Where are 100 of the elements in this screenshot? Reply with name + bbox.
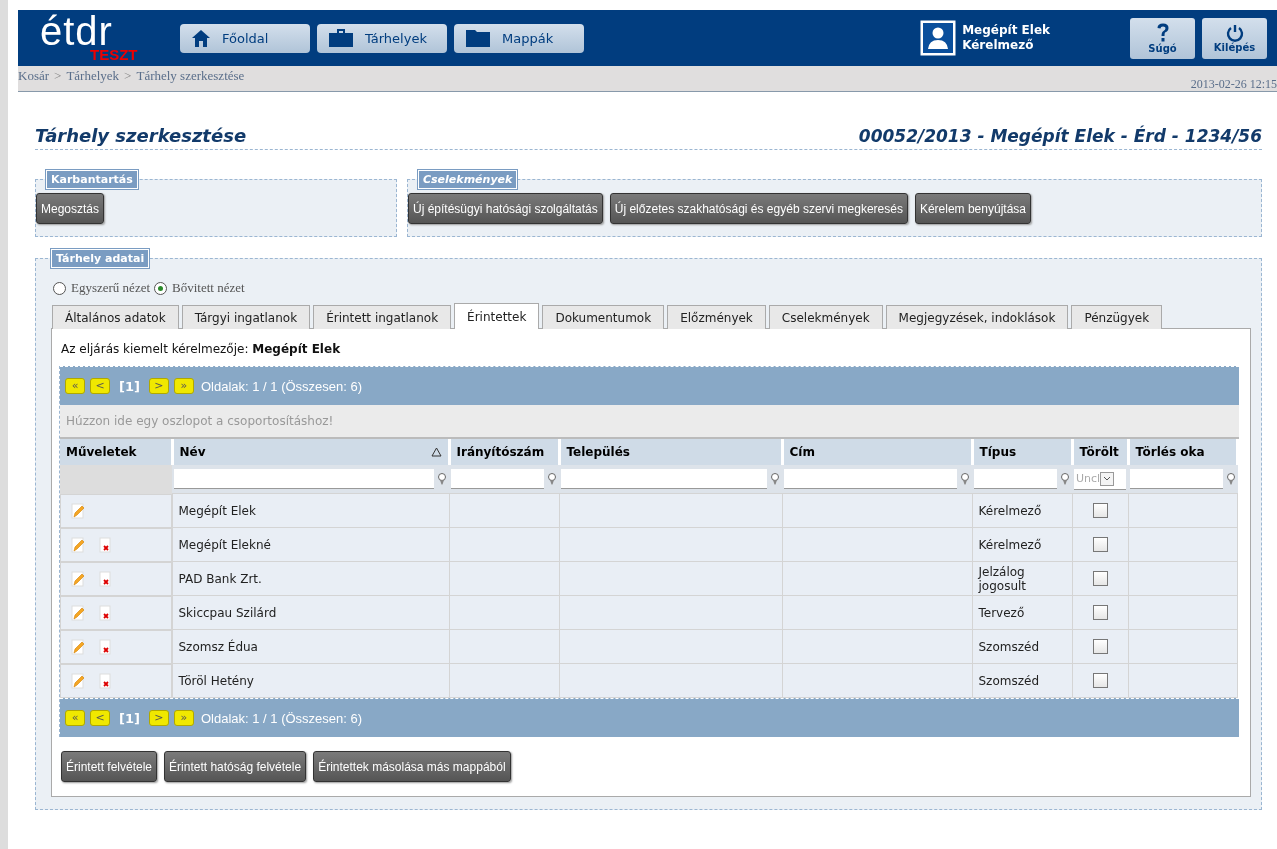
page-info: Oldalak: 1 / 1 (Összesen: 6) xyxy=(200,710,363,726)
prev-page-button[interactable]: < xyxy=(90,710,110,726)
view-option[interactable]: Egyszerű nézet xyxy=(53,280,151,296)
delete-icon[interactable] xyxy=(99,672,111,689)
filter-icon[interactable] xyxy=(437,473,447,485)
home-icon xyxy=(192,29,210,47)
group-hint: Húzzon ide egy oszlopot a csoportosításhoz! xyxy=(66,414,334,428)
filter-field[interactable] xyxy=(974,469,1057,489)
breadcrumb-link[interactable]: Kosár xyxy=(18,68,50,84)
tab[interactable]: Általános adatok xyxy=(52,305,179,329)
table-cell: Kérelmező xyxy=(972,493,1072,528)
checkbox[interactable] xyxy=(1092,673,1108,688)
first-page-button[interactable]: « xyxy=(65,378,85,394)
next-page-button[interactable]: > xyxy=(148,378,169,394)
checkbox[interactable] xyxy=(1092,537,1108,552)
tab[interactable]: Tárgyi ingatlanok xyxy=(181,305,311,329)
column-header[interactable]: Műveletek xyxy=(60,439,172,465)
filter-icon[interactable] xyxy=(770,473,780,485)
edit-icon[interactable] xyxy=(71,570,85,587)
filter-icon[interactable] xyxy=(1225,473,1236,485)
tab[interactable]: Előzmények xyxy=(667,305,766,329)
action-button[interactable]: Új előzetes szakhatósági és egyéb szervi megkeresés xyxy=(609,193,908,224)
column-header[interactable]: Név xyxy=(172,439,449,465)
column-header[interactable]: Törlés oka xyxy=(1128,439,1238,465)
logo[interactable]: étdrTESZT xyxy=(40,10,150,66)
tab[interactable]: Érintettek xyxy=(454,303,540,329)
column-header[interactable]: Törölt xyxy=(1072,439,1128,465)
action-button[interactable]: Érintett felvétele xyxy=(61,751,158,782)
timestamp: 2013-02-26 12:15 xyxy=(1190,76,1277,92)
tab[interactable]: Megjegyzések, indoklások xyxy=(885,305,1069,329)
lead-text: Az eljárás kiemelt kérelmezője: Megépít Elek xyxy=(61,342,342,356)
table-cell: Töröl Hetény xyxy=(172,663,449,698)
next-page-button[interactable]: > xyxy=(148,710,169,726)
table-cell: Szomszéd xyxy=(972,629,1072,664)
last-page-button[interactable]: » xyxy=(173,710,194,726)
checkbox[interactable] xyxy=(1092,503,1108,518)
breadcrumb-link[interactable]: Tárhelyek xyxy=(66,68,120,84)
breadcrumb-separator: > xyxy=(54,68,62,84)
group-legend: Tárhely adatai xyxy=(51,249,150,268)
filter-field[interactable] xyxy=(561,469,767,489)
prev-page-button[interactable]: < xyxy=(90,378,110,394)
logout-button[interactable]: Kilépés xyxy=(1202,17,1267,59)
column-header[interactable]: Cím xyxy=(782,439,972,465)
table-cell: Szomsz Édua xyxy=(172,629,449,664)
edit-icon[interactable] xyxy=(71,502,85,519)
nav-button[interactable]: Mappák xyxy=(454,23,584,53)
delete-icon[interactable] xyxy=(99,536,111,553)
filter-icon[interactable] xyxy=(1060,473,1070,485)
view-option[interactable]: Bővitett nézet xyxy=(154,280,245,296)
breadcrumb-link[interactable]: Tárhely szerkesztése xyxy=(136,68,245,84)
edit-icon[interactable] xyxy=(71,536,85,553)
breadcrumb-separator: > xyxy=(124,68,132,84)
tab[interactable]: Érintett ingatlanok xyxy=(313,305,452,329)
checkbox[interactable] xyxy=(1092,605,1108,620)
tab[interactable]: Pénzügyek xyxy=(1071,305,1163,329)
group-legend: Cselekmények xyxy=(418,170,518,189)
edit-icon[interactable] xyxy=(71,604,85,621)
column-header[interactable]: Település xyxy=(559,439,782,465)
filter-icon[interactable] xyxy=(547,473,557,485)
table-cell: Szomszéd xyxy=(972,663,1072,698)
user-avatar-icon xyxy=(920,20,957,56)
last-page-button[interactable]: » xyxy=(173,378,194,394)
checkbox[interactable] xyxy=(1092,639,1108,654)
nav-button[interactable]: Főoldal xyxy=(180,23,310,53)
action-button[interactable]: Megosztás xyxy=(36,193,105,224)
logo-text: étdr xyxy=(40,14,113,47)
dropdown-icon xyxy=(1100,471,1115,486)
page-title: Tárhely szerkesztése xyxy=(35,125,247,146)
action-button[interactable]: Érintettek másolása más mappából xyxy=(313,751,511,782)
edit-icon[interactable] xyxy=(71,672,85,689)
table-cell: Kérelmező xyxy=(972,527,1072,562)
tab[interactable]: Dokumentumok xyxy=(542,305,665,329)
folder-icon xyxy=(466,29,490,47)
group-legend: Karbantartás xyxy=(46,170,138,189)
delete-icon[interactable] xyxy=(99,638,111,655)
radio-button[interactable] xyxy=(154,281,168,295)
filter-field[interactable] xyxy=(784,469,957,489)
checkbox[interactable] xyxy=(1092,571,1108,586)
tab[interactable]: Cselekmények xyxy=(768,305,883,329)
filter-field[interactable] xyxy=(451,469,544,489)
delete-icon[interactable] xyxy=(99,604,111,621)
column-header[interactable]: Irányítószám xyxy=(449,439,559,465)
table-cell: Skiccpau Szilárd xyxy=(172,595,449,630)
help-button[interactable]: Súgó xyxy=(1130,17,1195,59)
radio-button[interactable] xyxy=(53,281,66,295)
action-button[interactable]: Kérelem benyújtása xyxy=(914,193,1031,224)
test-label: TESZT xyxy=(90,46,139,62)
briefcase-icon xyxy=(329,29,353,47)
filter-field[interactable] xyxy=(1130,469,1223,489)
current-page: [1] xyxy=(119,710,140,726)
delete-icon[interactable] xyxy=(99,570,111,587)
column-header[interactable]: Típus xyxy=(972,439,1072,465)
filter-icon[interactable] xyxy=(960,473,970,485)
filter-field[interactable] xyxy=(174,469,434,489)
edit-icon[interactable] xyxy=(71,638,85,655)
page-info: Oldalak: 1 / 1 (Összesen: 6) xyxy=(200,378,363,394)
first-page-button[interactable]: « xyxy=(65,710,85,726)
action-button[interactable]: Új építésügyi hatósági szolgáltatás xyxy=(408,193,603,224)
nav-button[interactable]: Tárhelyek xyxy=(317,23,447,53)
action-button[interactable]: Érintett hatóság felvétele xyxy=(164,751,307,782)
